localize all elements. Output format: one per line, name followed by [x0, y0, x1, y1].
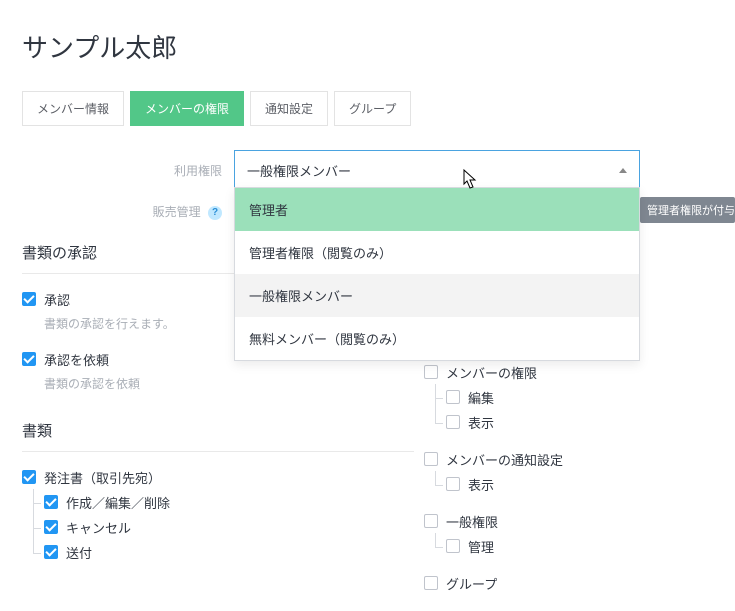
po-child-2-row: 送付	[44, 543, 414, 562]
request-approve-checkbox[interactable]	[22, 352, 36, 366]
usage-rights-label: 利用権限	[22, 162, 234, 179]
member-perm-child-1-checkbox[interactable]	[446, 415, 460, 429]
po-child-2-checkbox[interactable]	[44, 545, 58, 559]
role-option-1[interactable]: 管理者権限（閲覧のみ）	[235, 231, 639, 274]
member-perm-child-1-label: 表示	[468, 413, 494, 432]
documents-section-head: 書類	[22, 410, 414, 452]
role-option-0[interactable]: 管理者	[235, 188, 639, 231]
member-perm-row: メンバーの権限	[424, 363, 713, 382]
role-option-2[interactable]: 一般権限メンバー	[235, 274, 639, 317]
purchase-order-checkbox[interactable]	[22, 470, 36, 484]
member-perm-child-0-checkbox[interactable]	[446, 390, 460, 404]
tab-2[interactable]: 通知設定	[250, 91, 328, 126]
member-perm-child-0-row: 編集	[446, 388, 713, 407]
po-child-0-checkbox[interactable]	[44, 495, 58, 509]
member-perm-label: メンバーの権限	[446, 363, 537, 382]
general-perm-label: 一般権限	[446, 512, 498, 531]
po-child-1-row: キャンセル	[44, 518, 414, 537]
po-child-1-checkbox[interactable]	[44, 520, 58, 534]
approve-label: 承認	[44, 290, 175, 309]
general-perm-row: 一般権限	[424, 512, 713, 531]
general-perm-child-0-label: 管理	[468, 537, 494, 556]
member-notif-checkbox[interactable]	[424, 452, 438, 466]
approve-desc: 書類の承認を行えます。	[44, 315, 175, 332]
member-notif-label: メンバーの通知設定	[446, 450, 563, 469]
member-perm-child-1-row: 表示	[446, 413, 713, 432]
purchase-order-label: 発注書（取引先宛）	[44, 468, 161, 487]
group-label: グループ	[446, 574, 497, 593]
po-child-0-row: 作成／編集／削除	[44, 493, 414, 512]
help-icon[interactable]: ?	[208, 206, 222, 220]
tab-3[interactable]: グループ	[334, 91, 411, 126]
group-row: グループ	[424, 574, 713, 593]
sales-mgmt-label: 販売管理 ?	[22, 203, 234, 220]
member-notif-row: メンバーの通知設定	[424, 450, 713, 469]
approve-checkbox[interactable]	[22, 292, 36, 306]
member-notif-child-0-row: 表示	[446, 475, 713, 494]
group-checkbox[interactable]	[424, 576, 438, 590]
general-perm-child-0-row: 管理	[446, 537, 713, 556]
tab-1[interactable]: メンバーの権限	[130, 91, 244, 126]
request-approve-label: 承認を依頼	[44, 350, 140, 369]
po-child-2-label: 送付	[66, 543, 92, 562]
member-perm-checkbox[interactable]	[424, 365, 438, 379]
member-notif-child-0-checkbox[interactable]	[446, 477, 460, 491]
role-select-value: 一般権限メンバー	[247, 161, 351, 180]
tab-bar: メンバー情報メンバーの権限通知設定グループ	[22, 91, 713, 126]
po-child-0-label: 作成／編集／削除	[66, 493, 170, 512]
po-child-1-label: キャンセル	[66, 518, 131, 537]
role-select[interactable]: 一般権限メンバー 管理者管理者権限（閲覧のみ）一般権限メンバー無料メンバー（閲覧…	[234, 150, 640, 191]
purchase-order-row: 発注書（取引先宛）	[22, 468, 414, 487]
page-title: サンプル太郎	[22, 28, 713, 65]
request-approve-desc: 書類の承認を依頼	[44, 375, 140, 392]
role-select-display[interactable]: 一般権限メンバー	[235, 151, 639, 190]
member-notif-child-0-label: 表示	[468, 475, 494, 494]
member-perm-child-0-label: 編集	[468, 388, 494, 407]
general-perm-checkbox[interactable]	[424, 514, 438, 528]
general-perm-child-0-checkbox[interactable]	[446, 539, 460, 553]
role-option-3[interactable]: 無料メンバー（閲覧のみ）	[235, 317, 639, 360]
caret-up-icon	[619, 168, 627, 173]
tab-0[interactable]: メンバー情報	[22, 91, 124, 126]
role-dropdown: 管理者管理者権限（閲覧のみ）一般権限メンバー無料メンバー（閲覧のみ）	[234, 187, 640, 361]
